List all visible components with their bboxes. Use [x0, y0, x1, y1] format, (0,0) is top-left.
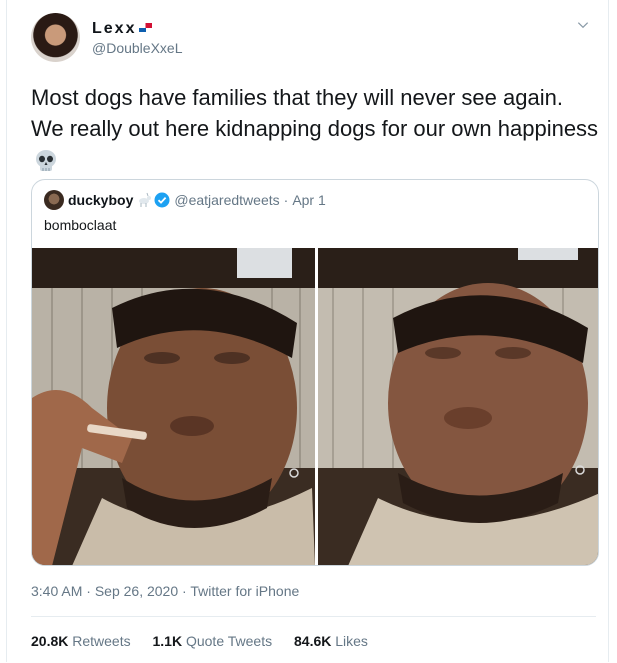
meta-separator-1: ·: [86, 583, 91, 599]
quote-tweets-stat[interactable]: 1.1K Quote Tweets: [153, 633, 273, 649]
quoted-photo-right[interactable]: [318, 248, 598, 565]
chevron-down-icon[interactable]: [576, 18, 590, 32]
author-handle[interactable]: @DoubleXxeL: [92, 40, 183, 56]
author-avatar[interactable]: [31, 13, 80, 62]
author-name[interactable]: Lexx: [92, 20, 153, 38]
panama-flag-icon: [139, 23, 153, 32]
meta-separator-2: ·: [182, 583, 187, 599]
tweet-text: Most dogs have families that they will n…: [31, 82, 601, 175]
quoted-author-handle[interactable]: @eatjaredtweets: [174, 192, 279, 208]
quote-tweets-count: 1.1K: [152, 633, 183, 649]
quoted-tweet-text: bomboclaat: [44, 217, 117, 233]
author-name-text: Lexx: [92, 20, 137, 37]
likes-stat[interactable]: 84.6K Likes: [294, 633, 368, 649]
tweet-stats: 20.8K Retweets 1.1K Quote Tweets 84.6K L…: [31, 633, 386, 649]
tweet-card: Lexx @DoubleXxeL Most dogs have families…: [6, 0, 609, 662]
retweets-count: 20.8K: [31, 633, 69, 649]
tweet-time[interactable]: 3:40 AM: [31, 583, 82, 599]
likes-label: Likes: [335, 633, 368, 649]
verified-badge-icon: [154, 192, 170, 208]
quoted-separator: ·: [283, 192, 289, 208]
quoted-author-name[interactable]: duckyboy: [68, 192, 133, 208]
quote-tweets-label: Quote Tweets: [185, 633, 273, 649]
likes-count: 84.6K: [294, 633, 332, 649]
quoted-tweet-header: duckyboy @eatjaredtweets · Apr 1: [44, 190, 326, 210]
tweet-source[interactable]: Twitter for iPhone: [190, 583, 299, 599]
tweet-text-body: Most dogs have families that they will n…: [31, 85, 599, 141]
retweets-stat[interactable]: 20.8K Retweets: [31, 633, 131, 649]
quoted-tweet[interactable]: duckyboy @eatjaredtweets · Apr 1 bomboclaa…: [31, 179, 599, 566]
quoted-date[interactable]: Apr 1: [292, 192, 325, 208]
quoted-author-avatar[interactable]: [44, 190, 64, 210]
tweet-meta: 3:40 AM · Sep 26, 2020 · Twitter for iPh…: [31, 583, 299, 599]
retweets-label: Retweets: [72, 633, 131, 649]
tweet-date[interactable]: Sep 26, 2020: [95, 583, 178, 599]
skull-emoji-icon: [33, 148, 59, 174]
goat-emoji-icon: [136, 192, 152, 208]
quoted-photo-left[interactable]: [32, 248, 315, 565]
divider: [31, 616, 596, 617]
